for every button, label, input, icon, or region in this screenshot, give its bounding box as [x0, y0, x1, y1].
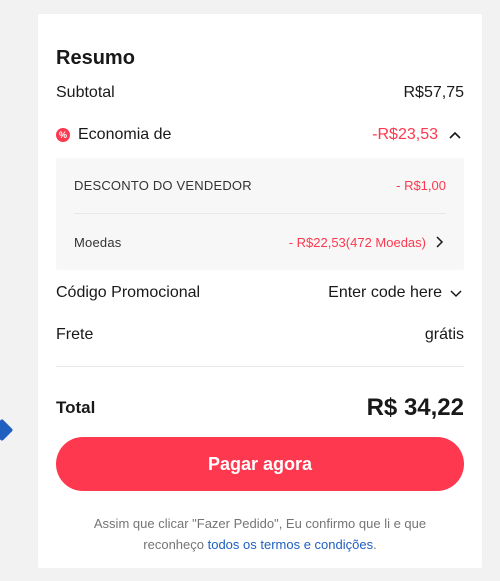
total-row: Total R$ 34,22: [56, 393, 464, 423]
terms-disclaimer: Assim que clicar "Fazer Pedido", Eu conf…: [56, 513, 464, 555]
savings-right: -R$23,53: [372, 126, 464, 144]
savings-label: Economia de: [78, 126, 172, 143]
chevron-up-icon[interactable]: [446, 126, 464, 144]
order-summary-card: Resumo Subtotal R$57,75 % Economia de -R…: [38, 14, 482, 568]
side-marker: [0, 418, 14, 442]
savings-value: -R$23,53: [372, 126, 438, 143]
promo-code-label: Código Promocional: [56, 284, 201, 301]
shipping-value: grátis: [424, 326, 464, 343]
chevron-down-icon[interactable]: [448, 285, 464, 301]
promo-code-placeholder[interactable]: Enter code here: [328, 284, 442, 302]
promo-code-dropdown[interactable]: Enter code here: [328, 284, 464, 302]
disclaimer-end: .: [373, 537, 377, 552]
subtotal-label: Subtotal: [56, 84, 115, 101]
coins-value: - R$22,53(472 Moedas): [288, 234, 426, 250]
summary-title: Resumo: [56, 47, 135, 69]
pay-now-button[interactable]: Pagar agora: [56, 437, 464, 491]
summary-divider: [56, 366, 464, 367]
total-label: Total: [56, 398, 96, 417]
promo-code-row[interactable]: Código Promocional Enter code here: [56, 282, 464, 304]
savings-row[interactable]: % Economia de -R$23,53: [56, 124, 464, 146]
sale-badge-icon: %: [56, 128, 70, 142]
discount-details: DESCONTO DO VENDEDOR - R$1,00 Moedas - R…: [56, 158, 464, 270]
shipping-row: Frete grátis: [56, 324, 464, 346]
terms-link[interactable]: todos os termos e condições: [208, 537, 373, 552]
discount-row-seller: DESCONTO DO VENDEDOR - R$1,00: [74, 158, 446, 214]
savings-left: % Economia de: [56, 126, 171, 144]
seller-discount-label: DESCONTO DO VENDEDOR: [74, 178, 252, 193]
subtotal-row: Subtotal R$57,75: [56, 82, 464, 104]
discount-row-coins[interactable]: Moedas - R$22,53(472 Moedas): [74, 214, 446, 270]
shipping-label: Frete: [56, 326, 94, 343]
total-value: R$ 34,22: [366, 394, 464, 421]
left-edge: [0, 0, 4, 581]
coins-right: - R$22,53(472 Moedas): [289, 235, 446, 250]
chevron-right-icon[interactable]: [432, 235, 446, 249]
coins-label: Moedas: [74, 234, 122, 250]
subtotal-value: R$57,75: [403, 84, 465, 101]
seller-discount-value: - R$1,00: [396, 178, 446, 193]
